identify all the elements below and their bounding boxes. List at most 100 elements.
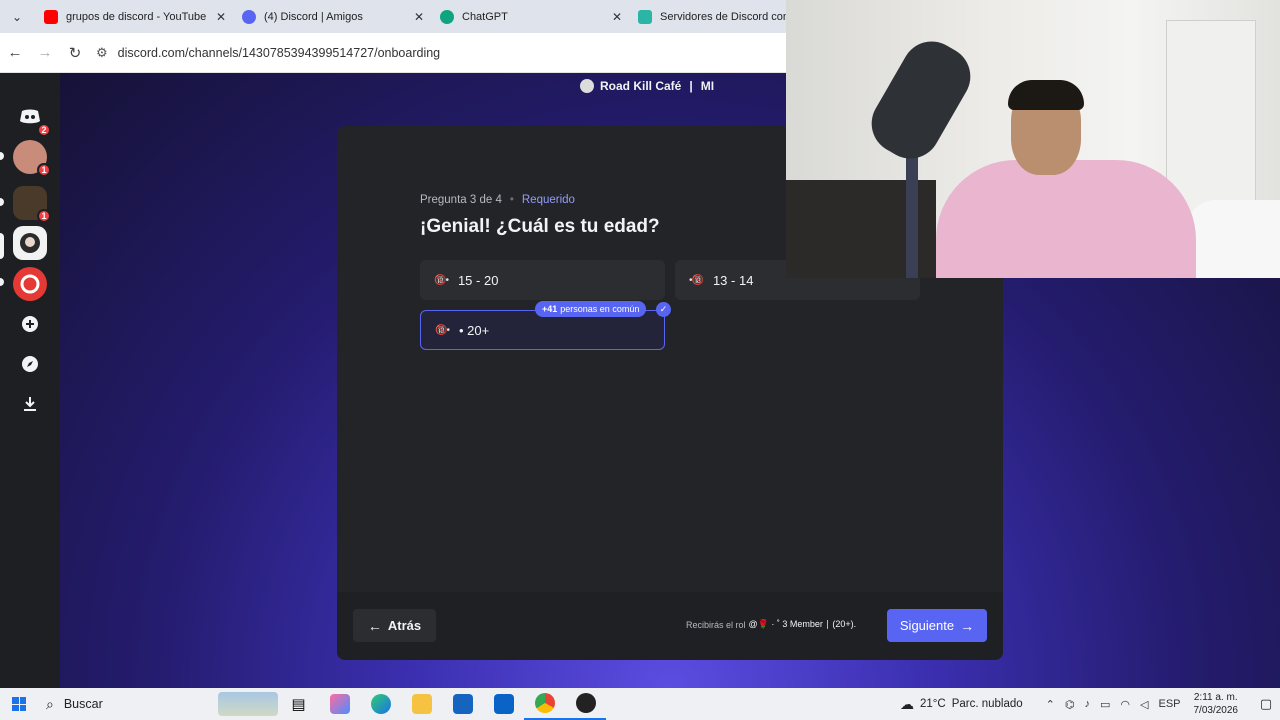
background-sofa — [1186, 200, 1280, 278]
windows-logo-icon — [12, 697, 26, 711]
anime-avatar-icon — [20, 233, 40, 253]
tab-title: Servidores de Discord con la e — [660, 10, 788, 23]
close-tab-icon[interactable]: ✕ — [606, 10, 628, 24]
weather-widget[interactable]: ☁ 21°C Parc. nublado — [900, 696, 1023, 713]
weather-description: Parc. nublado — [951, 698, 1023, 710]
next-label: Siguiente — [899, 618, 955, 633]
question-counter: Pregunta 3 de 4 — [420, 194, 502, 206]
outlook-icon[interactable] — [483, 688, 524, 720]
webcam-overlay — [786, 0, 1280, 278]
common-count: +41 — [542, 304, 558, 314]
start-button[interactable] — [0, 688, 38, 720]
language-indicator[interactable]: ESP — [1158, 698, 1180, 710]
taskbar-search[interactable]: ⌕ Buscar — [38, 688, 278, 720]
youtube-icon — [44, 9, 58, 24]
microphone — [860, 30, 982, 170]
close-tab-icon[interactable]: ✕ — [210, 10, 232, 24]
option-emoji-icon: 🔞• — [434, 274, 449, 286]
temperature: 21°C — [920, 698, 946, 710]
server-icon[interactable]: 1 — [13, 186, 51, 223]
role-name: @🌹 · ˚ 3 Member ∣ (20+). — [748, 619, 857, 629]
site-icon — [638, 9, 652, 24]
option-emoji-icon: •🔞 — [689, 274, 704, 286]
discord-home-button[interactable]: 2 — [13, 100, 51, 137]
browser-tab-chatgpt[interactable]: ChatGPT ✕ — [430, 0, 628, 33]
server-name: Road Kill Café — [600, 79, 682, 93]
browser-tab-discord[interactable]: (4) Discord | Amigos ✕ — [232, 0, 430, 33]
system-tray: ☁ 21°C Parc. nublado ⌃ ⌬ ♪ ▭ ◠ ◁ ESP 2:1… — [900, 688, 1280, 720]
chrome-icon[interactable] — [524, 688, 565, 720]
server-header: Road Kill Café | MI — [580, 79, 714, 93]
cloud-sun-icon: ☁ — [900, 695, 914, 712]
tab-search-button[interactable]: ⌄ — [0, 0, 34, 33]
option-label: • 20+ — [458, 322, 490, 338]
person-hair — [1008, 80, 1084, 110]
option-label: 15 - 20 — [457, 272, 499, 288]
tab-title: grupos de discord - YouTube — [66, 10, 207, 23]
swirl-icon — [20, 274, 40, 294]
notification-badge: 1 — [37, 163, 51, 177]
close-tab-icon[interactable]: ✕ — [408, 10, 430, 24]
option-label: 13 - 14 — [712, 272, 754, 288]
clock-date: 7/03/2026 — [1193, 705, 1239, 716]
checkmark-icon: ✓ — [656, 302, 671, 317]
server-icon[interactable] — [13, 267, 47, 301]
server-icon[interactable]: 1 — [13, 140, 51, 177]
selected-pill — [0, 233, 4, 259]
copilot-icon[interactable] — [319, 688, 360, 720]
person-shirt — [936, 160, 1196, 278]
next-button[interactable]: Siguiente → — [887, 609, 987, 642]
network-icon[interactable]: ⌬ — [1065, 698, 1075, 711]
back-button[interactable]: ← Atrás — [353, 609, 436, 642]
back-label: Atrás — [387, 618, 422, 633]
mic-stand — [906, 150, 918, 278]
required-label: Requerido — [521, 194, 575, 206]
unread-pill — [0, 198, 4, 206]
store-icon[interactable] — [442, 688, 483, 720]
clock-time: 2:11 a. m. — [1193, 692, 1238, 703]
download-icon[interactable] — [13, 387, 47, 421]
server-icon-road-kill-cafe[interactable] — [13, 226, 47, 260]
explore-compass-icon[interactable] — [13, 347, 47, 381]
battery-icon[interactable]: ▭ — [1100, 698, 1110, 711]
browser-tab-youtube[interactable]: grupos de discord - YouTube ✕ — [34, 0, 232, 33]
chatgpt-icon — [440, 9, 454, 24]
back-arrow-icon[interactable]: ← — [0, 38, 30, 68]
tab-title: (4) Discord | Amigos — [264, 10, 363, 23]
arrow-left-icon: ← — [367, 617, 382, 634]
option-emoji-icon: 🔞• — [435, 324, 450, 336]
file-explorer-icon[interactable] — [401, 688, 442, 720]
question-title: ¡Genial! ¿Cuál es tu edad? — [420, 216, 660, 237]
search-placeholder: Buscar — [63, 697, 103, 711]
url-text: discord.com/channels/1430785394399514727… — [117, 45, 441, 60]
discord-logo-icon — [20, 109, 40, 124]
role-prefix: Recibirás el rol — [686, 619, 746, 630]
edge-icon[interactable] — [360, 688, 401, 720]
unread-pill — [0, 278, 4, 286]
forward-arrow-icon[interactable]: → — [30, 38, 60, 68]
windows-taskbar: ⌕ Buscar ▤ ☁ 21°C Parc. nublado ⌃ ⌬ ♪ ▭ … — [0, 688, 1280, 720]
tab-title: ChatGPT — [462, 10, 508, 23]
option-15-20[interactable]: 🔞• 15 - 20 — [420, 260, 665, 300]
arrow-right-icon: → — [960, 617, 975, 634]
reload-icon[interactable]: ↻ — [60, 38, 90, 68]
discord-icon — [242, 9, 256, 24]
notifications-icon[interactable]: ▢ — [1252, 696, 1280, 712]
chevron-up-icon[interactable]: ⌃ — [1046, 698, 1055, 711]
wifi-icon[interactable]: ◠ — [1120, 698, 1130, 711]
search-icon: ⌕ — [46, 695, 54, 712]
role-info: Recibirás el rol @🌹 · ˚ 3 Member ∣ (20+)… — [686, 619, 856, 630]
clock[interactable]: 2:11 a. m. 7/03/2026 — [1194, 691, 1239, 717]
volume-icon[interactable]: ◁ — [1140, 698, 1148, 711]
task-view-icon[interactable]: ▤ — [278, 688, 319, 720]
app-icon[interactable] — [565, 688, 606, 720]
browser-tab-servers[interactable]: Servidores de Discord con la e — [628, 0, 788, 33]
separator-dot: • — [509, 194, 514, 206]
notification-badge: 2 — [37, 123, 51, 137]
url-input[interactable]: ⚙ discord.com/channels/14307853943995147… — [96, 39, 746, 67]
site-settings-icon[interactable]: ⚙ — [96, 45, 108, 61]
question-progress: Pregunta 3 de 4 • Requerido — [420, 194, 575, 206]
microphone-icon[interactable]: ♪ — [1085, 698, 1091, 710]
add-server-icon[interactable] — [13, 307, 47, 341]
common-text: personas en común — [560, 304, 640, 314]
